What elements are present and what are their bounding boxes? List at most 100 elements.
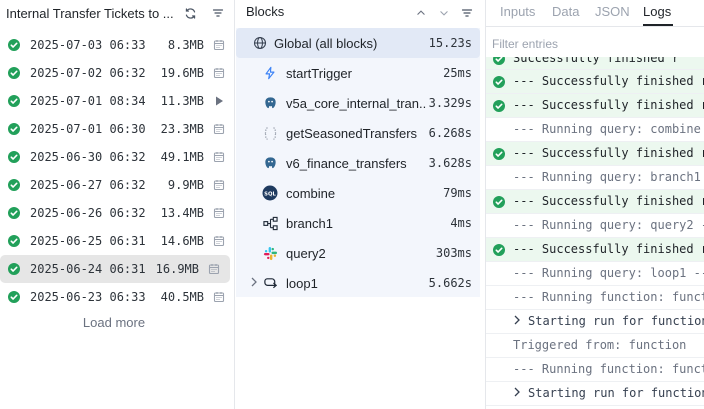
log-text: Triggered from: function [513,338,687,352]
log-text: --- Running function: funct [513,362,704,376]
chevron-up-icon[interactable] [412,4,430,22]
run-size: 49.1MB [160,150,204,164]
svg-text:SQL: SQL [264,191,276,197]
tab-logs[interactable]: Logs [643,4,671,19]
block-duration: 303ms [435,246,472,260]
run-timestamp: 2025-07-02 06:32 [30,66,146,80]
success-check-icon [8,151,20,163]
run-timestamp: 2025-07-01 08:34 [30,94,146,108]
block-row[interactable]: query2 303ms [236,238,480,268]
log-line: --- Running function: funct [486,358,704,382]
run-timestamp: 2025-06-26 06:32 [30,206,146,220]
run-row[interactable]: 2025-07-03 06:33 8.3MB [0,31,235,59]
runs-panel: Internal Transfer Tickets to ... 2025-07… [0,0,235,409]
run-size: 16.9MB [155,262,199,276]
block-duration: 25ms [443,66,472,80]
calendar-icon[interactable] [213,207,225,219]
log-line[interactable]: Starting run for function [486,382,704,406]
calendar-icon[interactable] [213,291,225,303]
success-check-icon [8,263,20,275]
block-row[interactable]: SQL combine 79ms [236,178,480,208]
log-text: --- Successfully finished r [513,74,704,88]
run-row[interactable]: 2025-06-27 06:32 9.9MB [0,171,235,199]
log-line: --- Running query: loop1 -- [486,262,704,286]
play-icon[interactable] [213,95,225,107]
log-list: Successfully finished r --- Successfully … [486,57,704,406]
block-name: branch1 [286,216,333,231]
chevron-down-icon[interactable] [435,4,453,22]
run-row[interactable]: 2025-07-01 08:34 11.3MB [0,87,235,115]
run-size: 11.3MB [160,94,204,108]
blocks-title: Blocks [246,4,285,19]
log-line[interactable]: Starting run for function [486,310,704,334]
calendar-icon[interactable] [213,235,225,247]
chevron-right-icon[interactable] [250,276,260,290]
log-text: --- Running query: query2 - [513,218,704,232]
log-text: Starting run for function [528,386,704,400]
log-text: Successfully finished r [513,57,680,65]
run-row[interactable]: 2025-07-02 06:32 19.6MB [0,59,235,87]
filter-icon[interactable] [209,4,227,22]
calendar-icon[interactable] [213,151,225,163]
sql-icon: SQL [262,185,278,201]
blocks-filter-icon[interactable] [458,4,476,22]
block-row[interactable]: getSeasonedTransfers 6.268s [236,118,480,148]
run-row[interactable]: 2025-06-25 06:31 14.6MB [0,227,235,255]
block-name: combine [286,186,336,201]
calendar-icon[interactable] [213,67,225,79]
success-check-icon [8,179,20,191]
block-row[interactable]: v6_finance_transfers 3.628s [236,148,480,178]
log-line: Successfully finished r [486,57,704,70]
run-row[interactable]: 2025-06-26 06:32 13.4MB [0,199,235,227]
block-duration: 79ms [443,186,472,200]
run-size: 23.3MB [160,122,204,136]
run-size: 9.9MB [167,178,204,192]
filter-entries-input[interactable] [492,33,697,55]
block-name: startTrigger [286,66,352,81]
blocks-list: Global (all blocks) 15.23s startTrigger 25m… [236,28,480,297]
refresh-icon[interactable] [181,4,199,22]
calendar-icon[interactable] [213,179,225,191]
block-duration: 4ms [450,216,472,230]
success-check-icon [8,95,20,107]
blocks-header: Blocks [236,0,484,26]
run-row[interactable]: 2025-07-01 06:30 23.3MB [0,115,235,143]
block-row[interactable]: Global (all blocks) 15.23s [236,28,480,58]
tab-data[interactable]: Data [552,4,579,19]
block-row[interactable]: branch1 4ms [236,208,480,238]
run-row[interactable]: 2025-06-24 06:31 16.9MB [0,255,230,283]
globe-icon [252,35,268,51]
run-row[interactable]: 2025-06-23 06:33 40.5MB [0,283,235,311]
chevron-right-icon[interactable] [513,386,521,400]
log-line: --- Successfully finished r [486,94,704,118]
run-timestamp: 2025-06-27 06:32 [30,178,146,192]
run-row[interactable]: 2025-06-30 06:32 49.1MB [0,143,235,171]
load-more-button[interactable]: Load more [0,315,228,330]
block-name: getSeasonedTransfers [286,126,418,141]
block-row[interactable]: loop1 5.662s [236,268,480,298]
block-row[interactable]: v5a_core_internal_tran... 3.329s [236,88,480,118]
log-line: --- Successfully finished r [486,142,704,166]
calendar-icon[interactable] [213,39,225,51]
success-check-icon [493,57,505,65]
details-tabs: Inputs Data JSON Logs [486,0,704,27]
runs-list: 2025-07-03 06:33 8.3MB 2025-07-02 06:32 19.… [0,31,235,311]
log-line: Triggered from: function [486,334,704,358]
log-text: --- Successfully finished r [513,194,704,208]
block-duration: 3.628s [428,156,472,170]
log-line: --- Successfully finished r [486,190,704,214]
run-timestamp: 2025-07-03 06:33 [30,38,146,52]
block-name: loop1 [286,276,318,291]
success-check-icon [8,39,20,51]
calendar-icon[interactable] [213,123,225,135]
run-timestamp: 2025-06-25 06:31 [30,234,146,248]
active-tab-indicator [643,24,673,26]
tab-json[interactable]: JSON [595,4,630,19]
calendar-icon[interactable] [208,263,220,275]
chevron-right-icon[interactable] [513,314,521,328]
tab-inputs[interactable]: Inputs [500,4,535,19]
run-timestamp: 2025-06-30 06:32 [30,150,146,164]
block-row[interactable]: startTrigger 25ms [236,58,480,88]
log-line: --- Running query: query2 - [486,214,704,238]
block-duration: 6.268s [428,126,472,140]
